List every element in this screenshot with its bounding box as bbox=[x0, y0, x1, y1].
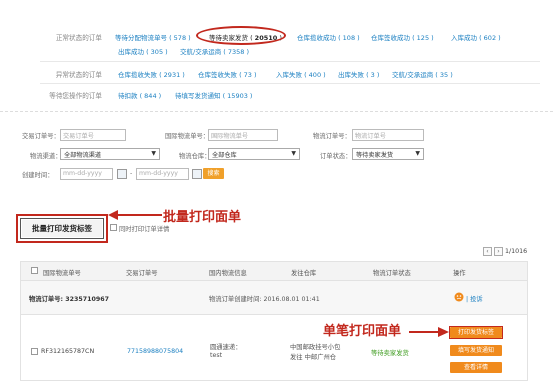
row-intl-no: RF312165787CN bbox=[41, 348, 95, 355]
logistics-order-no: 物流订单号: 3235710967 bbox=[29, 296, 110, 303]
row-warehouse-dest: 发往 中邮广州仓 bbox=[290, 354, 337, 361]
highlight-circle bbox=[196, 26, 286, 45]
order-created-time: 物流订单创建时间: 2016.08.01 01:41 bbox=[209, 296, 320, 303]
fill-notice-button[interactable]: 填写发货通知 bbox=[450, 345, 502, 356]
complain-icon bbox=[454, 292, 464, 302]
channel-select[interactable]: 全部物流渠道 ▼ bbox=[60, 148, 160, 160]
chevron-down-icon: ▼ bbox=[415, 150, 420, 157]
status-link-outbound-failed[interactable]: 出库失败 ( 3 ) bbox=[338, 69, 379, 79]
warehouse-select[interactable]: 全部仓库 ▼ bbox=[208, 148, 300, 160]
intl-no-label: 国际物流单号： bbox=[165, 133, 210, 140]
print-label-button[interactable]: 打印发货标签 bbox=[450, 327, 502, 338]
status-link-outbound[interactable]: 出库成功 ( 305 ) bbox=[118, 46, 168, 56]
calendar-icon[interactable] bbox=[192, 169, 202, 179]
chevron-down-icon: ▼ bbox=[291, 150, 296, 157]
abnormal-orders-label: 异常状态的订单 bbox=[55, 71, 102, 79]
page-info: 1/1016 bbox=[505, 248, 528, 255]
batch-arrow bbox=[108, 210, 162, 220]
header-trade-no: 交易订单号 bbox=[126, 270, 158, 277]
order-status-section: 正常状态的订单 等待分配物流单号 ( 578 ) 等待卖家发货 ( 20510 … bbox=[0, 0, 553, 112]
status-link-awaiting-tracking[interactable]: 等待分配物流单号 ( 578 ) bbox=[115, 32, 191, 42]
divider bbox=[40, 61, 540, 62]
select-all-checkbox[interactable] bbox=[31, 267, 38, 274]
row-domestic-carrier: 圆通速递： bbox=[210, 344, 242, 351]
row-domestic-tracking: test bbox=[210, 352, 223, 359]
trade-no-input[interactable]: 交易订单号 bbox=[60, 129, 126, 141]
table-header: 国际物流单号 交易订单号 国内物流信息 发往仓库 物流订单状态 操作 bbox=[20, 261, 528, 281]
channel-label: 物流渠道： bbox=[30, 153, 62, 160]
status-link-handover[interactable]: 交航/交承运商 ( 7358 ) bbox=[180, 46, 249, 56]
logi-order-label: 物流订单号： bbox=[313, 133, 351, 140]
logi-order-input[interactable]: 物流订单号 bbox=[352, 129, 424, 141]
normal-orders-label: 正常状态的订单 bbox=[55, 34, 102, 42]
calendar-icon[interactable] bbox=[117, 169, 127, 179]
row-warehouse-service: 中国邮政挂号小包 bbox=[290, 344, 341, 351]
created-time-label: 创建时间： bbox=[22, 172, 54, 179]
status-link-warehouse-sign[interactable]: 仓库签收成功 ( 125 ) bbox=[371, 32, 434, 42]
view-details-button[interactable]: 查看详情 bbox=[450, 362, 502, 373]
status-link-handover-failed[interactable]: 交航/交承运商 ( 35 ) bbox=[392, 69, 453, 79]
status-link-pickup-failed[interactable]: 仓库揽收失败 ( 2931 ) bbox=[118, 69, 185, 79]
batch-annotation: 批量打印面单 bbox=[163, 210, 242, 225]
date-to-input[interactable]: mm-dd-yyyy bbox=[136, 168, 189, 180]
pending-orders-label: 等待您操作的订单 bbox=[49, 92, 102, 100]
batch-print-button[interactable]: 批量打印发货标签 bbox=[20, 218, 104, 239]
divider bbox=[40, 83, 540, 84]
status-link-warehouse-pickup[interactable]: 仓库揽收成功 ( 108 ) bbox=[297, 32, 360, 42]
date-from-input[interactable]: mm-dd-yyyy bbox=[60, 168, 113, 180]
header-domestic: 国内物流信息 bbox=[209, 270, 247, 277]
status-link-inbound[interactable]: 入库成功 ( 602 ) bbox=[451, 32, 501, 42]
status-link-awaiting-payment[interactable]: 待扣款 ( 844 ) bbox=[118, 90, 161, 100]
single-annotation: 单笔打印面单 bbox=[323, 324, 402, 339]
single-arrow bbox=[409, 327, 449, 337]
status-link-inbound-failed[interactable]: 入库失败 ( 400 ) bbox=[276, 69, 326, 79]
header-intl-no: 国际物流单号 bbox=[43, 270, 81, 277]
header-actions: 操作 bbox=[453, 270, 466, 277]
complain-link[interactable]: | 投诉 bbox=[466, 294, 483, 303]
date-separator: - bbox=[130, 170, 133, 177]
header-warehouse: 发往仓库 bbox=[291, 270, 317, 277]
search-button[interactable]: 搜索 bbox=[203, 168, 224, 179]
pager-next[interactable]: › bbox=[494, 247, 503, 256]
status-link-sign-failed[interactable]: 仓库签收失败 ( 73 ) bbox=[198, 69, 257, 79]
row-checkbox[interactable] bbox=[31, 348, 38, 355]
warehouse-label: 物流仓库： bbox=[179, 153, 211, 160]
order-status-select[interactable]: 等待卖家发货 ▼ bbox=[352, 148, 424, 160]
pager-prev[interactable]: ‹ bbox=[483, 247, 492, 256]
intl-no-input[interactable]: 国际物流单号 bbox=[208, 129, 278, 141]
order-status-label: 订单状态： bbox=[320, 153, 352, 160]
row-trade-no-link[interactable]: 77158988075804 bbox=[127, 348, 183, 355]
status-link-awaiting-notice[interactable]: 待填写发货通知 ( 15903 ) bbox=[175, 90, 252, 100]
chevron-down-icon: ▼ bbox=[151, 150, 156, 157]
trade-no-label: 交易订单号： bbox=[22, 133, 60, 140]
row-status: 等待卖家发货 bbox=[371, 350, 409, 357]
order-group-row: 物流订单号: 3235710967 物流订单创建时间: 2016.08.01 0… bbox=[20, 281, 528, 315]
header-status: 物流订单状态 bbox=[373, 270, 411, 277]
